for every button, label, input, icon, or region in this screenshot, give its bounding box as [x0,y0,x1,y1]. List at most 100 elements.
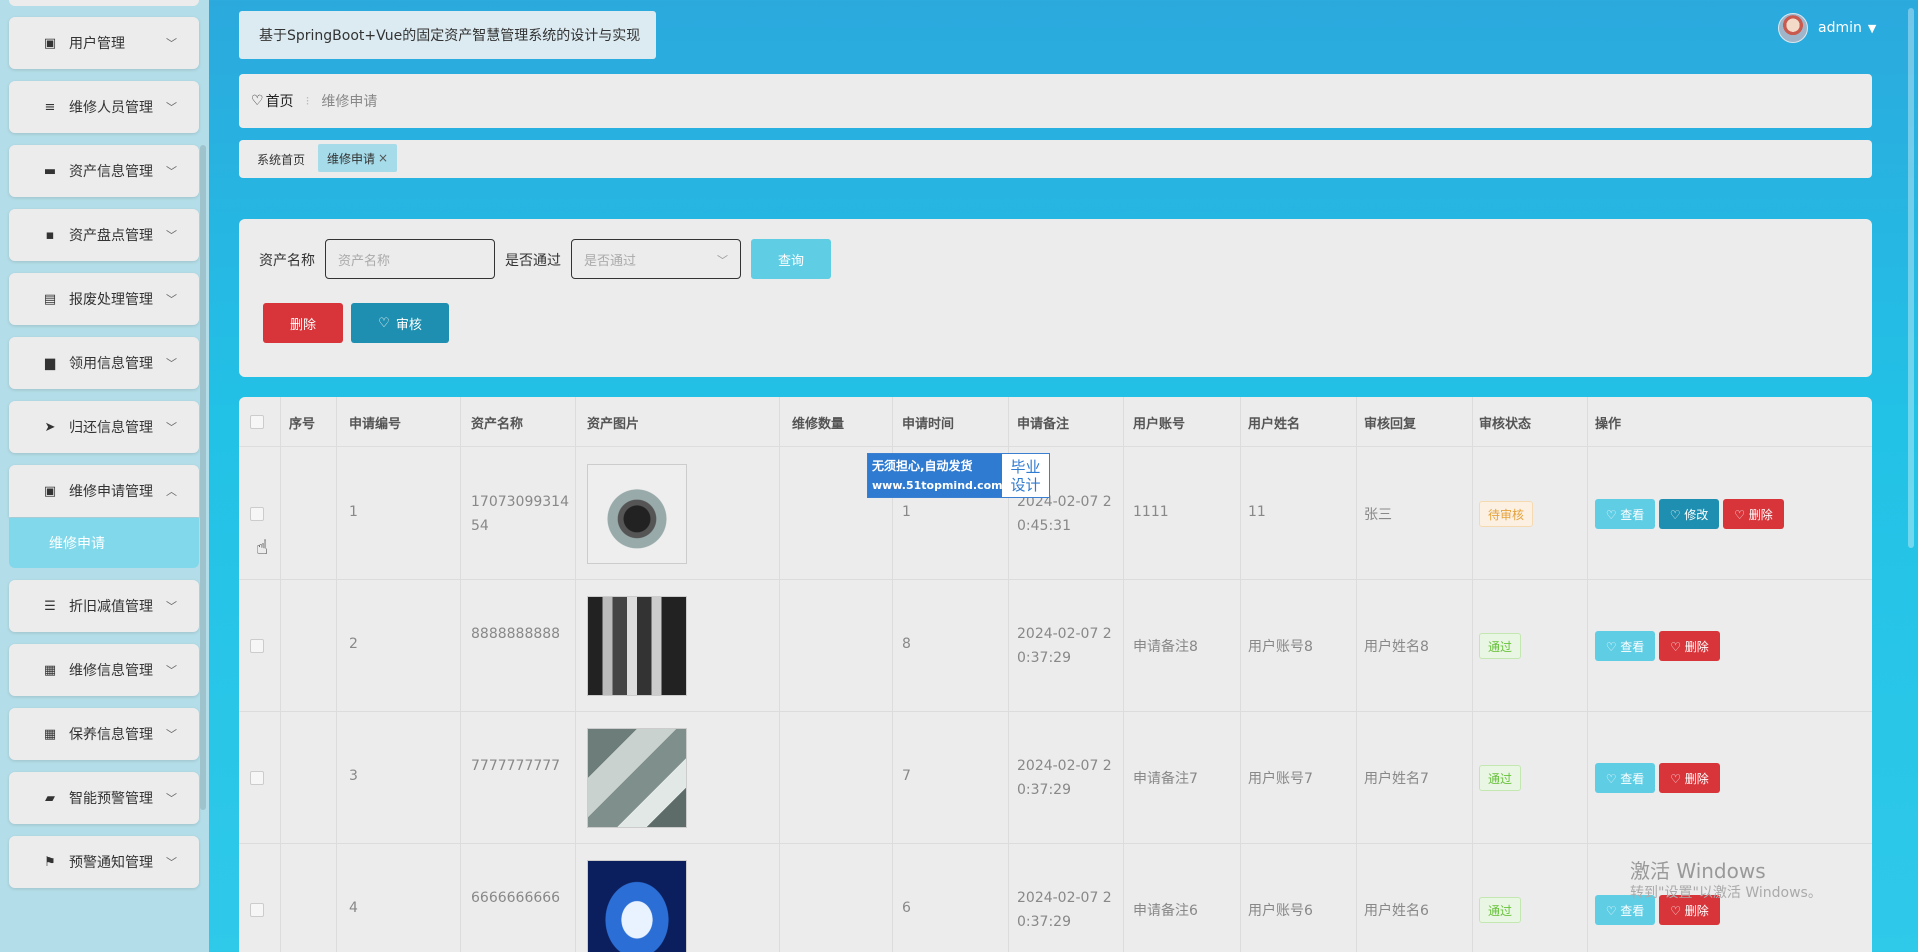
asset-name-input[interactable]: 资产名称 [325,239,495,279]
passed-label: 是否通过 [505,253,561,269]
table-row[interactable]: 46666666666资产名称662024-02-07 20:37:29申请备注… [239,844,1872,952]
tag-repair-apply[interactable]: 维修申请 × [318,144,398,172]
chevron-down-icon: ﹀ [166,856,177,869]
row-delete-button[interactable]: ♡ 删除 [1659,763,1720,793]
status-badge: 通过 [1479,633,1522,659]
query-button[interactable]: 查询 [751,239,831,279]
sidebar-item-2[interactable]: ≡ 维修人员管理 ﹀ [9,81,199,133]
sidebar-item-13[interactable]: ⚑ 预警通知管理 ﹀ [9,836,199,888]
sidebar-item-11[interactable]: ▦ 保养信息管理 ﹀ [9,708,199,760]
chevron-down-icon: ﹀ [717,254,728,267]
row-checkbox[interactable] [250,507,264,521]
sidebar-item-4[interactable]: ▪ 资产盘点管理 ﹀ [9,209,199,261]
close-icon[interactable]: × [378,151,388,165]
column-header[interactable]: 操作 [1595,397,1621,447]
asset-image[interactable] [587,464,687,564]
tags-bar: 系统首页 维修申请 × [239,140,1872,178]
heart-icon: ♡ [251,93,264,109]
sidebar-item-label: 维修人员管理 [69,100,153,116]
sidebar-item-label: 折旧减值管理 [69,599,153,615]
column-header[interactable]: 申请时间 [902,397,954,447]
chat-icon: ▪ [45,227,55,243]
sidebar-item-10[interactable]: ▦ 维修信息管理 ﹀ [9,644,199,696]
avatar[interactable] [1778,13,1808,43]
review-button[interactable]: ♡ 审核 [351,303,449,343]
view-button[interactable]: ♡ 查看 [1595,763,1655,793]
user-menu[interactable]: admin ▼ [1778,13,1876,43]
edit-button[interactable]: ♡ 修改 [1659,499,1719,529]
chevron-down-icon: ﹀ [166,792,177,805]
row-checkbox[interactable] [250,771,264,785]
cell-apply-no: 6666666666 [471,890,561,906]
system-title: 基于SpringBoot+Vue的固定资产智慧管理系统的设计与实现 [239,11,656,59]
status-badge: 通过 [1479,765,1522,791]
row-checkbox[interactable] [250,903,264,917]
hand-cursor-icon: ☝ [256,535,269,559]
sidebar-item-label: 归还信息管理 [69,420,153,436]
sidebar-menu-item-partial[interactable] [9,0,199,6]
passed-select[interactable]: 是否通过 ﹀ [571,239,741,279]
sidebar-item-label: 维修申请管理 [69,484,153,500]
sidebar-item-label: 用户管理 [69,36,125,52]
sidebar: ▣ 用户管理 ﹀ ≡ 维修人员管理 ﹀ ▬ 资产信息管理 ﹀ ▪ 资产盘点管理 ﹀ ▤ 报废处理管理 ﹀ ▆ 领… [0,0,209,952]
breadcrumb-home[interactable]: ♡ 首页 [251,91,294,111]
sidebar-item-6[interactable]: ▆ 领用信息管理 ﹀ [9,337,199,389]
select-all-checkbox[interactable] [250,415,264,429]
row-checkbox[interactable] [250,639,264,653]
cell-apply-no: 7777777777 [471,758,561,774]
sidebar-scrollbar[interactable] [200,145,206,810]
asset-image[interactable] [587,860,687,952]
column-header[interactable]: 维修数量 [792,397,844,447]
column-header[interactable]: 资产名称 [471,397,523,447]
tag-repair-apply-label[interactable]: 维修申请 [327,150,375,167]
chevron-down-icon: ﹀ [166,229,177,242]
column-header[interactable]: 用户姓名 [1248,397,1300,447]
clipboard-icon: ▣ [43,35,57,51]
cell-account: 用户账号6 [1248,903,1313,919]
cell-qty: 1 [902,504,911,520]
sidebar-item-3[interactable]: ▬ 资产信息管理 ﹀ [9,145,199,197]
column-header[interactable]: 资产图片 [587,397,639,447]
username[interactable]: admin [1818,20,1862,36]
breadcrumb-home-label[interactable]: 首页 [266,91,294,111]
cell-name: 张三 [1364,507,1392,523]
sidebar-item-8[interactable]: ▣ 维修申请管理 ︿ [9,465,199,517]
watermark-ad[interactable]: 无须担心,自动发货 www.51topmind.com 毕业 设计 [867,453,1050,498]
chevron-down-icon: ﹀ [166,664,177,677]
column-header[interactable]: 序号 [289,397,315,447]
table-row[interactable]: 28888888888资产名称882024-02-07 20:37:29申请备注… [239,580,1872,712]
sidebar-item-5[interactable]: ▤ 报废处理管理 ﹀ [9,273,199,325]
row-delete-button[interactable]: ♡ 删除 [1659,631,1720,661]
column-header[interactable]: 审核回复 [1364,397,1416,447]
view-button[interactable]: ♡ 查看 [1595,499,1655,529]
tag-home[interactable]: 系统首页 [257,151,305,168]
chevron-down-icon: ﹀ [166,165,177,178]
table-row[interactable]: 11707309931454摄像头12024-02-07 20:45:31111… [239,448,1872,580]
table-row[interactable]: 37777777777资产名称772024-02-07 20:37:29申请备注… [239,712,1872,844]
page-scrollbar[interactable] [1908,8,1914,548]
review-button-label[interactable]: 审核 [396,314,422,333]
hammer-icon: ▆ [45,355,55,371]
sidebar-item-12[interactable]: ▰ 智能预警管理 ﹀ [9,772,199,824]
cell-account: 用户账号7 [1248,771,1313,787]
breadcrumb: ♡ 首页 ⁝ 维修申请 [239,74,1872,128]
sidebar-item-7[interactable]: ➤ 归还信息管理 ﹀ [9,401,199,453]
sidebar-subitem-repair-apply[interactable]: 维修申请 [9,518,199,568]
view-button[interactable]: ♡ 查看 [1595,631,1655,661]
sidebar-item-1[interactable]: ▣ 用户管理 ﹀ [9,17,199,69]
delete-button[interactable]: 删除 [263,303,343,343]
passed-placeholder: 是否通过 [584,253,637,269]
column-header[interactable]: 申请备注 [1017,397,1069,447]
sidebar-item-9[interactable]: ☰ 折旧减值管理 ﹀ [9,580,199,632]
asset-image[interactable] [587,596,687,696]
chevron-down-icon: ﹀ [166,101,177,114]
column-header[interactable]: 审核状态 [1479,397,1531,447]
column-header[interactable]: 申请编号 [349,397,401,447]
row-delete-button[interactable]: ♡ 删除 [1723,499,1784,529]
windows-activation-hint: 转到"设置"以激活 Windows。 [1630,885,1822,901]
caret-down-icon[interactable]: ▼ [1868,22,1876,35]
asset-image[interactable] [587,728,687,828]
cell-time: 2024-02-07 20:37:29 [1017,758,1112,798]
column-header[interactable]: 用户账号 [1133,397,1185,447]
chevron-down-icon: ﹀ [166,293,177,306]
